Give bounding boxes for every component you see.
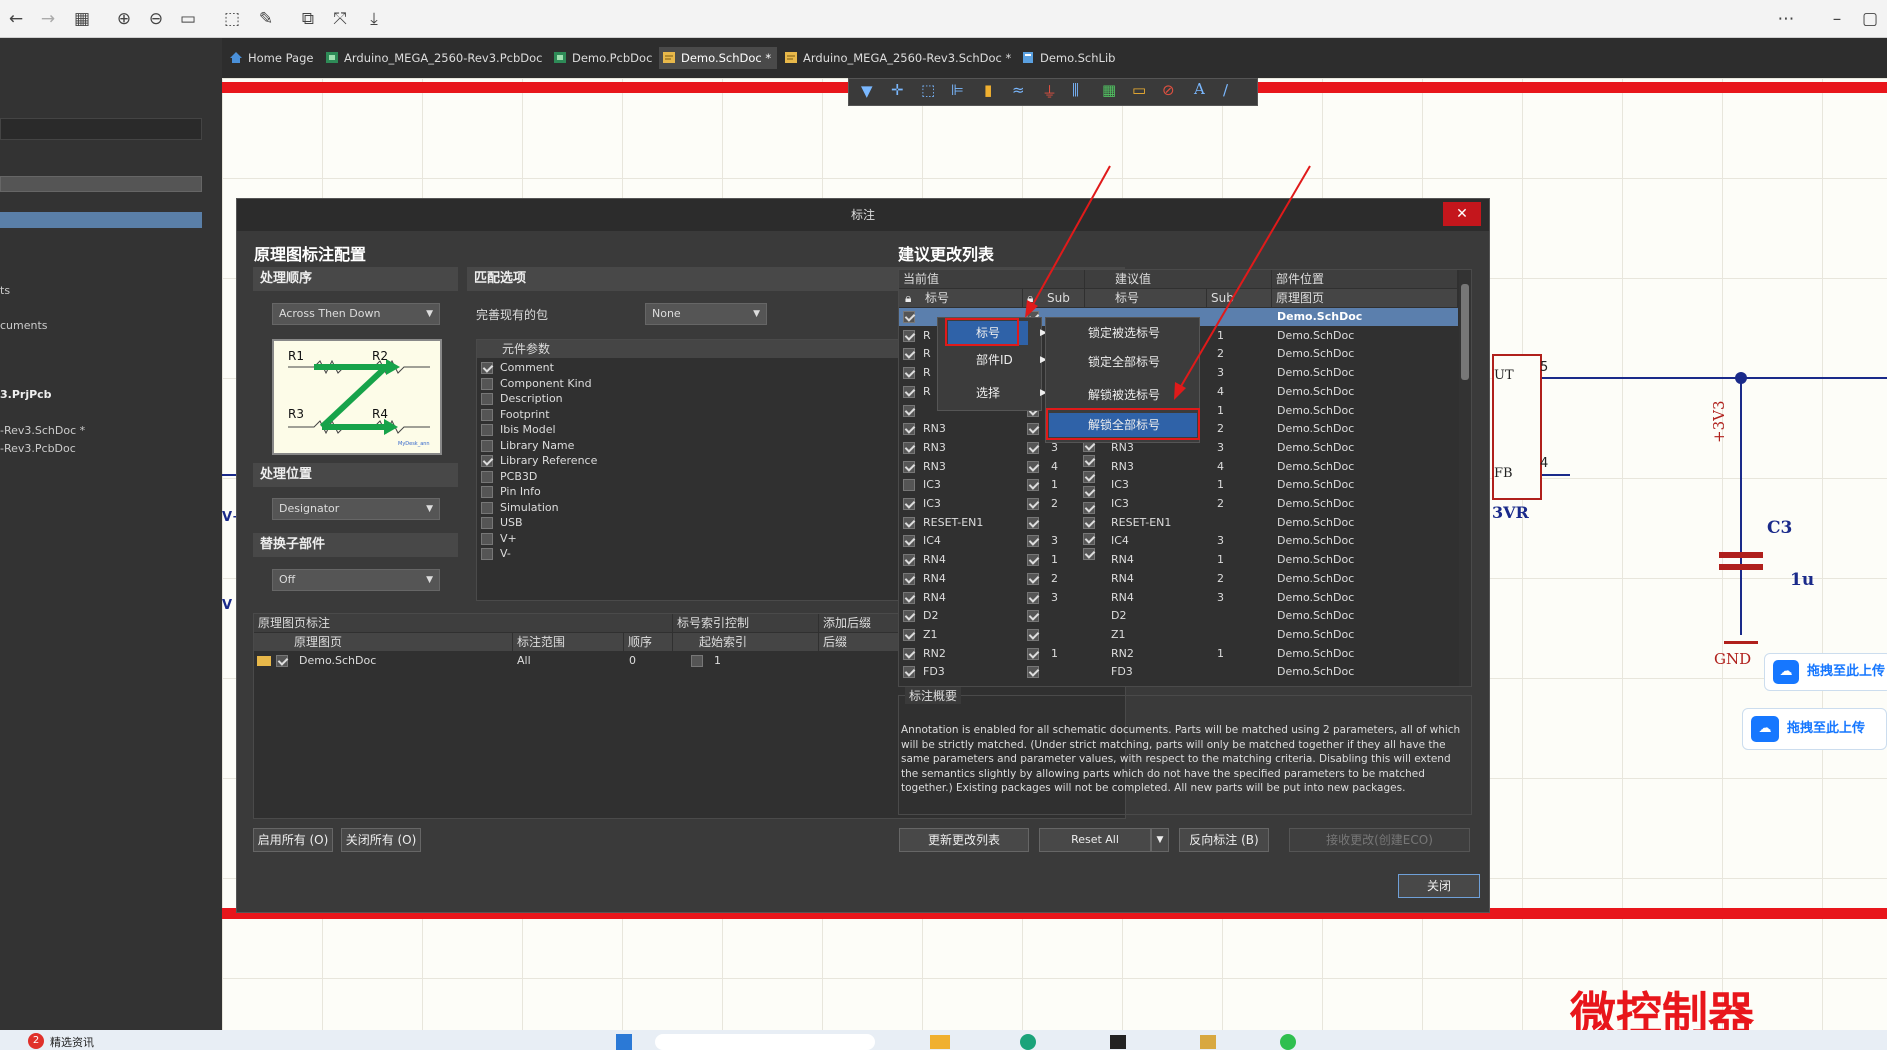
browser-icon[interactable] xyxy=(1020,1034,1036,1050)
app-icon[interactable] xyxy=(1200,1035,1216,1049)
news-widget[interactable]: 精选资讯 xyxy=(50,1034,94,1050)
windows-start-icon[interactable] xyxy=(616,1034,632,1050)
app-icon[interactable] xyxy=(1280,1034,1296,1050)
os-taskbar: 2 精选资讯 xyxy=(0,1030,1887,1050)
annotation-arrows xyxy=(1025,165,1311,400)
taskbar-search-box[interactable] xyxy=(655,1034,875,1050)
file-explorer-icon[interactable] xyxy=(930,1035,950,1049)
notification-badge[interactable]: 2 xyxy=(28,1033,44,1049)
app-icon[interactable] xyxy=(1110,1035,1126,1049)
